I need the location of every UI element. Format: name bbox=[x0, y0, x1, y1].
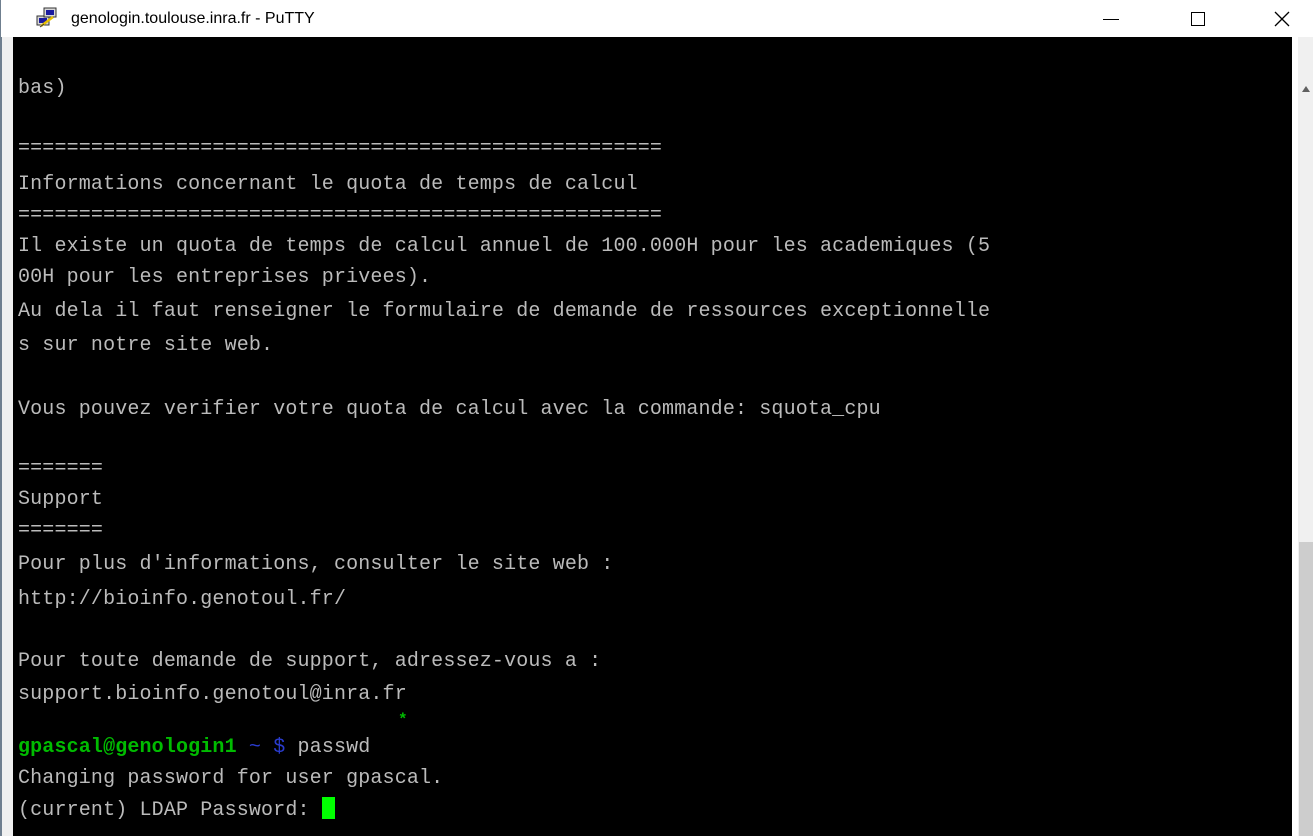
scrollbar-thumb[interactable] bbox=[1299, 542, 1313, 836]
window-title: genologin.toulouse.inra.fr - PuTTY bbox=[71, 10, 315, 27]
terminal-line: Pour plus d'informations, consulter le s… bbox=[18, 553, 614, 576]
prompt-tilde: ~ bbox=[248, 736, 262, 759]
terminal-line: Informations concernant le quota de temp… bbox=[18, 173, 638, 196]
prompt-line: gpascal@genologin1 ~ $ passwd bbox=[18, 733, 370, 763]
terminal-line: Au dela il faut renseigner le formulaire… bbox=[18, 300, 991, 323]
terminal-line: ======= bbox=[18, 457, 104, 480]
minimize-button[interactable] bbox=[1088, 0, 1134, 37]
minimize-icon bbox=[1103, 19, 1119, 20]
terminal-line: Il existe un quota de temps de calcul an… bbox=[18, 235, 991, 258]
title-bar[interactable]: genologin.toulouse.inra.fr - PuTTY bbox=[1, 0, 1313, 37]
terminal-line: bas) bbox=[18, 77, 67, 100]
terminal-cursor bbox=[321, 796, 335, 819]
terminal-line: Support bbox=[18, 488, 104, 511]
terminal-line: http://bioinfo.genotoul.fr/ bbox=[18, 588, 347, 611]
star-glyph: * bbox=[398, 711, 408, 729]
terminal-line: ========================================… bbox=[18, 204, 663, 227]
close-button[interactable] bbox=[1259, 0, 1305, 37]
prompt-user-host: gpascal@genologin1 bbox=[18, 736, 237, 759]
maximize-icon bbox=[1191, 11, 1205, 26]
terminal-screen[interactable]: bas) ===================================… bbox=[13, 37, 1292, 836]
terminal-star: * bbox=[398, 705, 408, 735]
maximize-button[interactable] bbox=[1175, 0, 1221, 37]
window-border-left bbox=[1, 37, 13, 836]
prompt-command: passwd bbox=[297, 736, 371, 759]
putty-window: genologin.toulouse.inra.fr - PuTTY bas) … bbox=[0, 0, 1313, 836]
terminal-line: support.bioinfo.genotoul@inra.fr bbox=[18, 683, 407, 706]
putty-icon bbox=[36, 7, 57, 28]
password-prompt-line[interactable]: (current) LDAP Password: bbox=[18, 796, 335, 826]
terminal-line: Pour toute demande de support, adressez-… bbox=[18, 650, 602, 673]
terminal-output-line: Changing password for user gpascal. bbox=[18, 767, 444, 790]
terminal-line: ========================================… bbox=[18, 137, 663, 160]
close-icon bbox=[1274, 11, 1290, 26]
terminal-line: s sur notre site web. bbox=[18, 334, 274, 357]
terminal-line: ======= bbox=[18, 519, 104, 542]
password-prompt-label: (current) LDAP Password: bbox=[18, 799, 322, 822]
scroll-up-arrow-icon[interactable] bbox=[1302, 86, 1310, 92]
prompt-dollar: $ bbox=[273, 736, 286, 759]
terminal-line: 00H pour les entreprises privees). bbox=[18, 266, 432, 289]
terminal-line: Vous pouvez verifier votre quota de calc… bbox=[18, 398, 881, 421]
